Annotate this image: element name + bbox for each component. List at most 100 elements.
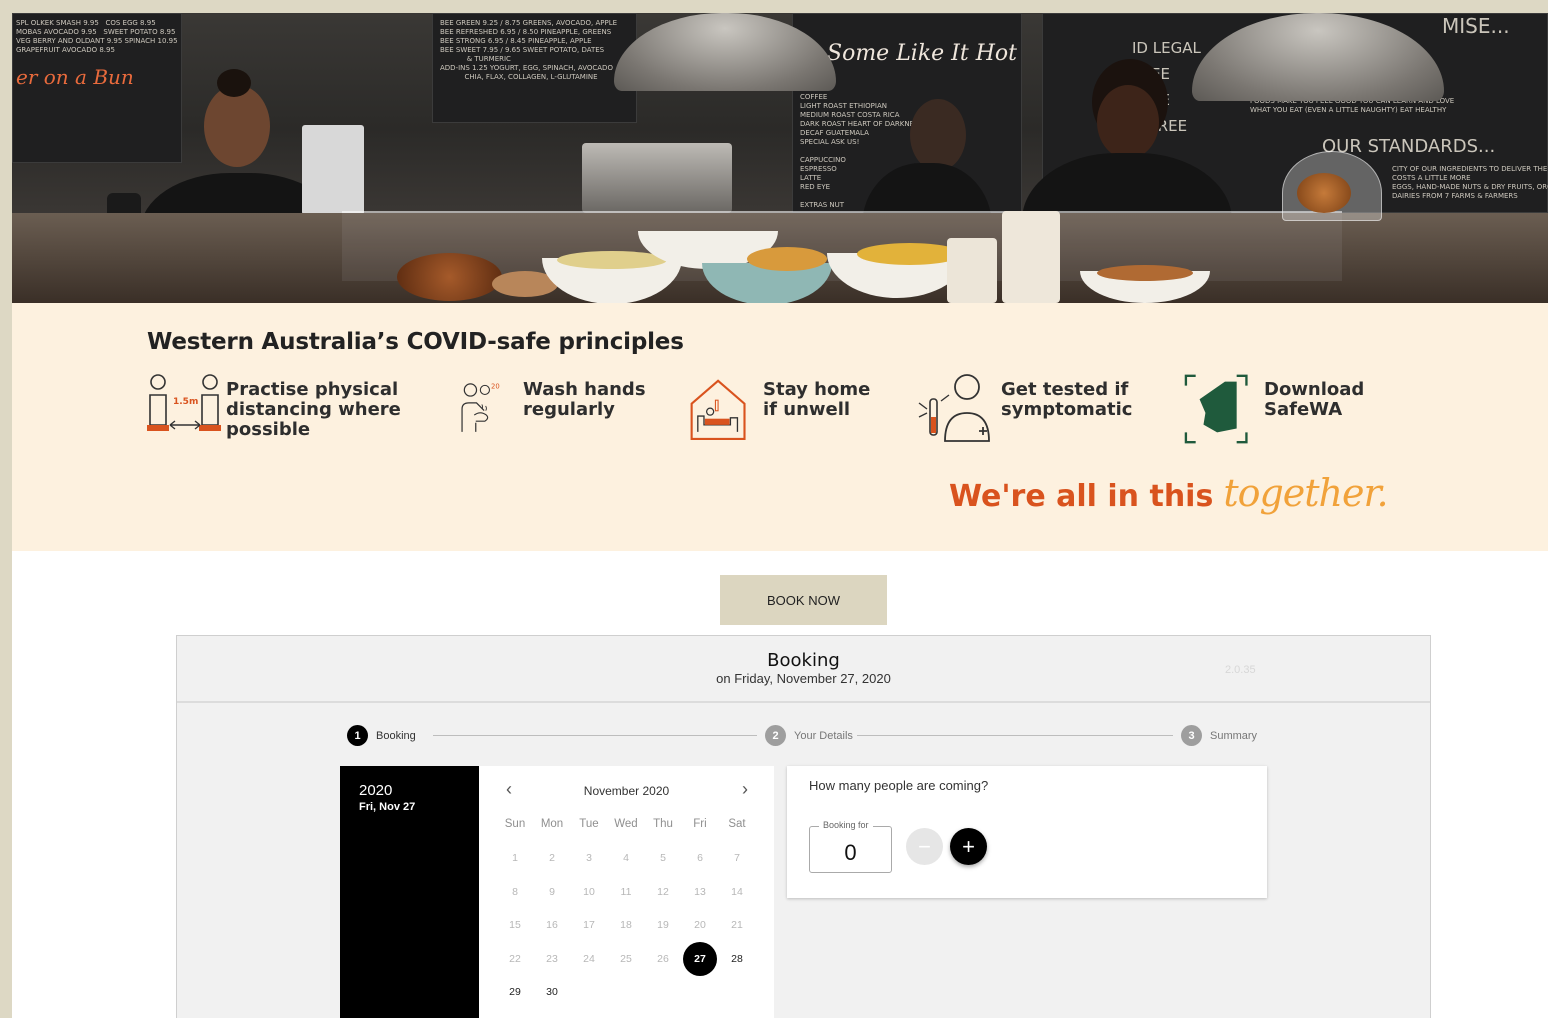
calendar-month: November 2020 [583, 784, 670, 798]
calendar-day-selected[interactable]: 27 [683, 941, 717, 976]
principle-safewa[interactable]: Download SafeWA [1182, 373, 1364, 445]
calendar: ‹ November 2020 › Sun Mon Tue Wed Thu Fri Sat 1… [479, 766, 774, 1018]
calendar-selected-panel: 2020 Fri, Nov 27 [340, 766, 479, 1018]
calendar-day: 5 [660, 852, 666, 864]
svg-text:1.5m: 1.5m [173, 397, 198, 407]
step-label: Summary [1210, 729, 1258, 742]
calendar-day[interactable]: 28 [720, 942, 754, 976]
principle-distancing: 1.5m Practise physical distancing where … [142, 373, 401, 445]
principle-label: Practise physical distancing where possi… [226, 379, 401, 440]
calendar-day[interactable]: 29 [498, 975, 532, 1009]
calendar-day: 22 [509, 952, 521, 965]
tagline-text: We're all in this [949, 479, 1214, 514]
food-tray [397, 253, 502, 301]
weekday-header: Sun [504, 818, 526, 830]
version-label: 2.0.35 [1225, 664, 1256, 676]
calendar-day: 7 [734, 852, 740, 864]
step-summary[interactable]: 3 Summary [1181, 725, 1257, 746]
calendar-day: 23 [546, 952, 558, 965]
weekday-header: Sat [728, 818, 746, 830]
safewa-icon [1184, 374, 1248, 444]
bagels [1297, 173, 1351, 213]
soup-cup [1002, 211, 1060, 303]
espresso-machine [582, 143, 732, 213]
book-now-button[interactable]: BOOK NOW [720, 575, 887, 625]
soup-cup [947, 238, 997, 303]
booking-widget: Booking on Friday, November 27, 2020 2.0… [176, 635, 1431, 1018]
barista-hair [217, 69, 251, 97]
covid-safe-banner: Western Australia’s COVID-safe principle… [12, 303, 1548, 551]
calendar-day: 1 [512, 852, 518, 864]
decrement-button[interactable]: − [906, 828, 943, 865]
coffee-brewer [302, 125, 364, 215]
step-label: Booking [376, 729, 416, 742]
calendar-day: 14 [731, 885, 743, 898]
calendar-day: 20 [694, 919, 706, 931]
hero-image: SPL OLKEK SMASH 9.95 COS EGG 8.95 MOBAS A… [12, 13, 1548, 303]
party-size-question: How many people are coming? [809, 778, 989, 793]
principle-label: Get tested if symptomatic [1001, 379, 1133, 420]
calendar-day: 17 [583, 919, 595, 931]
food [1097, 265, 1193, 281]
calendar-day: 13 [694, 885, 706, 898]
food [557, 251, 667, 269]
calendar-day[interactable]: 30 [535, 975, 569, 1009]
booking-header: Booking on Friday, November 27, 2020 2.0… [177, 636, 1430, 703]
calendar-day: 6 [697, 852, 703, 864]
calendar-day: 19 [657, 919, 669, 931]
calendar-day: 4 [623, 852, 629, 864]
calendar-selected-date: Fri, Nov 27 [359, 801, 416, 813]
calendar-day: 16 [546, 919, 558, 931]
wash-hands-icon: 20 [461, 382, 500, 432]
principle-label: Download SafeWA [1264, 379, 1365, 420]
page: SPL OLKEK SMASH 9.95 COS EGG 8.95 MOBAS A… [12, 13, 1548, 1018]
svg-text:20: 20 [491, 382, 500, 390]
principle-label: Wash hands regularly [523, 379, 646, 420]
calendar-day: 2 [549, 852, 555, 864]
distancing-icon: 1.5m [147, 374, 221, 431]
increment-button[interactable]: + [950, 828, 987, 865]
some-like-it-hot-sign: Some Like It Hot [827, 41, 1017, 66]
principle-stay-home: Stay home if unwell [689, 373, 870, 445]
step-your-details[interactable]: 2 Your Details [765, 725, 853, 746]
calendar-day: 12 [657, 885, 669, 898]
tagline-script: together. [1223, 471, 1388, 515]
weekday-header: Mon [540, 818, 564, 830]
chevron-right-icon[interactable]: › [735, 779, 755, 800]
principle-wash-hands: 20 Wash hands regularly [459, 373, 646, 445]
party-size-field[interactable]: Booking for 0 [809, 820, 892, 873]
booking-stepper: 1 Booking 2 Your Details 3 Summary [347, 725, 1262, 747]
get-tested-icon [918, 374, 990, 442]
principle-get-tested: Get tested if symptomatic [917, 373, 1132, 445]
calendar-day: 24 [583, 952, 595, 965]
step-connector [433, 735, 757, 736]
step-label: Your Details [794, 729, 853, 742]
party-size-value[interactable]: 0 [810, 840, 891, 866]
barista-head [910, 99, 966, 171]
stay-home-icon [690, 379, 746, 441]
party-size-label: Booking for [819, 820, 873, 830]
calendar-day: 18 [620, 919, 632, 931]
calendar-day: 9 [549, 885, 555, 898]
step-booking[interactable]: 1 Booking [347, 725, 416, 746]
calendar-day: 11 [620, 885, 632, 898]
calendar-day: 25 [620, 952, 632, 965]
barista-head [204, 85, 270, 167]
calendar-day: 21 [731, 919, 743, 931]
calendar-day: 8 [512, 885, 518, 898]
calendar-day: 26 [657, 952, 669, 965]
step-number: 1 [347, 725, 368, 746]
calendar-year[interactable]: 2020 [359, 782, 392, 799]
calendar-day: 3 [586, 852, 592, 864]
weekday-header: Tue [579, 818, 599, 830]
step-number: 3 [1181, 725, 1202, 746]
weekday-header: Wed [614, 818, 638, 830]
weekday-header: Fri [693, 818, 707, 830]
principle-label: Stay home if unwell [763, 379, 871, 420]
calendar-day: 10 [583, 885, 595, 898]
step-connector [857, 735, 1173, 736]
step-number: 2 [765, 725, 786, 746]
party-size-card: How many people are coming? Booking for … [787, 766, 1267, 898]
calendar-day: 15 [509, 919, 521, 931]
weekday-header: Thu [653, 818, 673, 830]
